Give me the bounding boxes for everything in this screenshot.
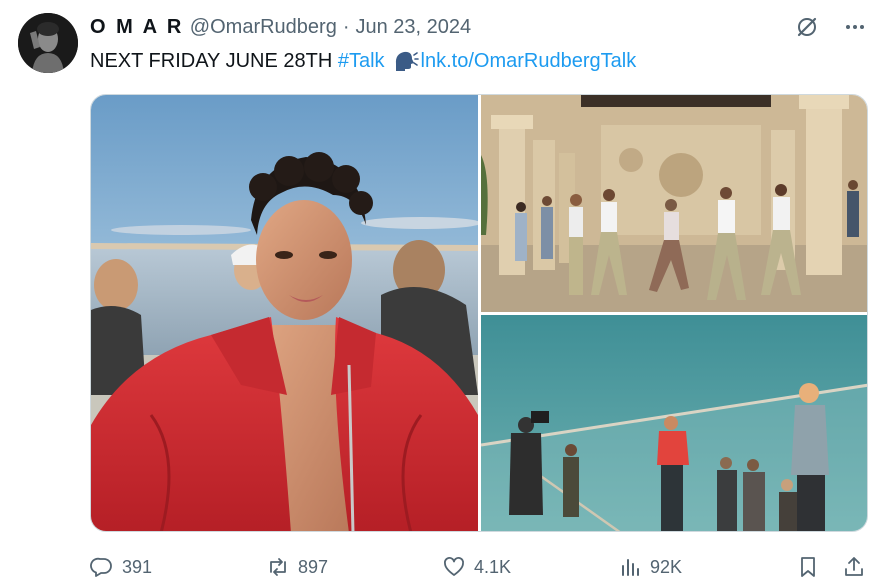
repost-button[interactable]: 897	[266, 550, 328, 584]
tweet-date[interactable]: Jun 23, 2024	[356, 16, 472, 39]
tweet-header: O M A R @OmarRudberg · Jun 23, 2024	[90, 14, 471, 40]
share-button[interactable]	[842, 550, 866, 584]
bookmark-button[interactable]	[796, 550, 820, 584]
avatar-image	[18, 13, 78, 73]
speaking-head-emoji	[393, 49, 419, 73]
tweet-actions: 391 897 4.1K 92K	[90, 550, 870, 584]
views-button[interactable]: 92K	[618, 550, 682, 584]
reply-button[interactable]: 391	[90, 550, 152, 584]
views-icon	[622, 559, 639, 576]
more-icon	[846, 25, 864, 29]
bookmark-icon	[801, 557, 815, 577]
heart-icon	[444, 557, 464, 576]
view-count: 92K	[650, 556, 683, 577]
grok-button[interactable]	[794, 14, 820, 40]
separator-dot: ·	[342, 15, 350, 38]
share-icon	[845, 557, 863, 576]
like-button[interactable]: 4.1K	[442, 550, 511, 584]
author-name[interactable]: O M A R	[90, 16, 184, 39]
photo-dancers-colonnade[interactable]	[481, 95, 867, 312]
external-link[interactable]: lnk.to/OmarRudbergTalk	[421, 48, 637, 74]
author-avatar[interactable]	[18, 13, 78, 73]
reply-icon	[90, 557, 112, 577]
photo-rooftop-filming[interactable]	[481, 315, 867, 531]
more-button[interactable]	[842, 14, 868, 40]
repost-count: 897	[298, 556, 329, 577]
header-actions	[794, 14, 868, 40]
media-grid	[90, 94, 868, 532]
repost-icon	[270, 558, 286, 576]
like-count: 4.1K	[474, 556, 512, 577]
tweet-body: NEXT FRIDAY JUNE 28TH	[90, 50, 333, 72]
hashtag-link[interactable]: #Talk	[338, 48, 385, 74]
tweet-text: NEXT FRIDAY JUNE 28TH #Talk lnk.to/OmarR…	[90, 48, 636, 74]
grok-icon	[797, 17, 817, 37]
author-handle[interactable]: @OmarRudberg	[190, 16, 337, 39]
photo-portrait-red-jacket[interactable]	[91, 95, 478, 531]
reply-count: 391	[122, 556, 153, 577]
